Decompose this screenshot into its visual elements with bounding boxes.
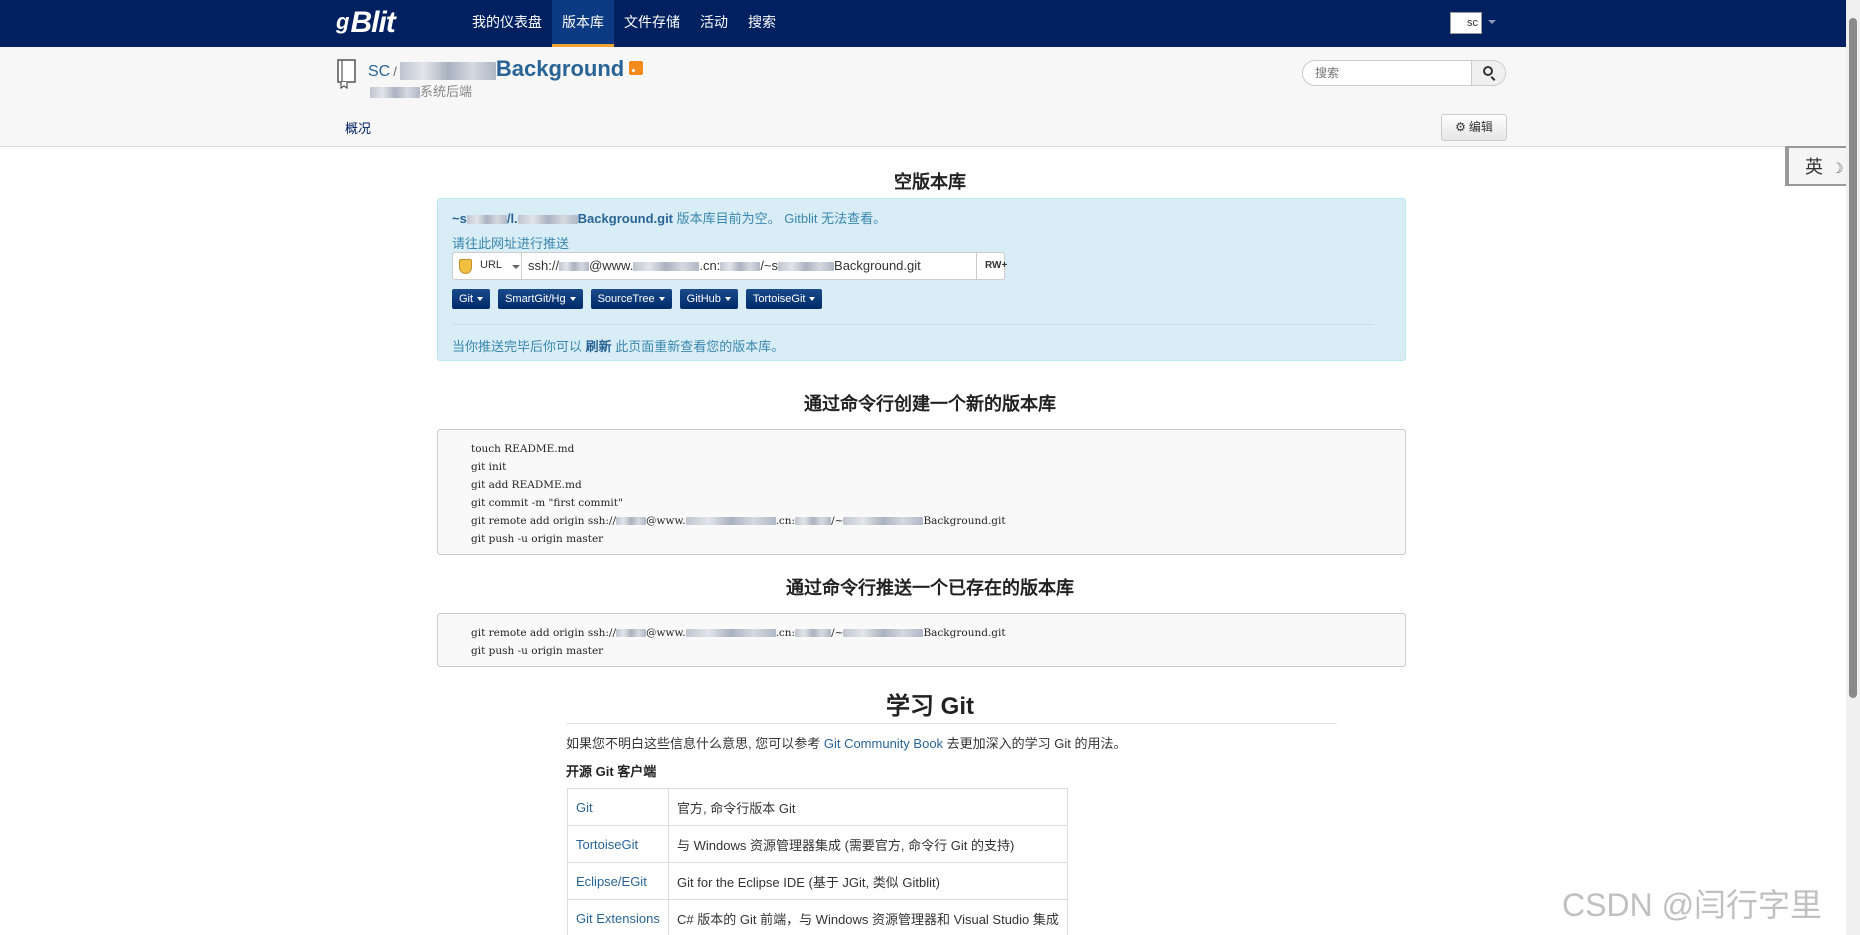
nav-activity[interactable]: 活动 [690,0,738,47]
empty-repository-info: ~s/l. Background.git 版本库目前为空。 Gitblit 无法查… [437,198,1406,361]
chevron-down-icon [477,297,484,302]
top-navbar: gBlit 我的仪表盘 版本库 文件存储 活动 搜索 sc [0,0,1860,47]
learn-git-paragraph: 如果您不明白这些信息什么意思, 您可以参考 Git Community Book… [566,736,1127,751]
git-community-book-link[interactable]: Git Community Book [824,736,943,751]
client-link[interactable]: Git [576,800,593,815]
redacted-text [399,62,496,81]
cli-existing-heading: 通过命令行推送一个已存在的版本库 [786,578,1074,598]
client-button-tortoisegit[interactable]: TortoiseGit [745,289,823,309]
open-source-clients-heading: 开源 Git 客户端 [566,764,657,779]
repository-search [1302,60,1506,86]
search-input[interactable] [1303,61,1471,85]
nav-dashboard[interactable]: 我的仪表盘 [462,0,552,47]
search-icon [1483,66,1493,76]
cli-new-code[interactable]: touch README.md git init git add README.md… [437,429,1406,555]
divider [566,723,1337,724]
push-url-field[interactable]: ssh://@www. .cn:/~s Background.git [521,253,977,279]
push-url-group: URL ssh://@www. .cn:/~s Background.git RW+ [452,252,1008,280]
client-link[interactable]: TortoiseGit [576,837,638,852]
tab-overview[interactable]: 概况 [345,118,371,137]
chevron-down-icon [658,297,665,302]
git-client-buttons: Git SmartGit/Hg SourceTree GitHub Tortoi… [452,289,823,309]
shield-icon [459,259,472,274]
chevron-down-icon[interactable] [1488,20,1496,24]
url-protocol-select[interactable]: URL [480,259,502,271]
cli-new-heading: 通过命令行创建一个新的版本库 [804,394,1056,414]
redacted-text [370,87,420,99]
chevron-down-icon [569,297,576,302]
chevron-down-icon [809,297,816,302]
search-button[interactable] [1471,61,1505,85]
repository-path: SC / Background [368,56,644,82]
chevron-down-icon [724,297,731,302]
repository-owner-link[interactable]: SC [368,63,390,80]
table-row: Git 官方, 命令行版本 Git [567,788,1068,826]
user-avatar[interactable]: sc [1450,12,1482,34]
table-row: Eclipse/EGit Git for the Eclipse IDE (基于 … [567,862,1068,900]
empty-repository-message: ~s/l. Background.git 版本库目前为空。 Gitblit 无法查… [452,211,887,226]
watermark: CSDN @闫行字里 [1562,887,1823,923]
repository-header: SC/Background 系统后端 概况 ⚙编辑 [0,47,1846,147]
table-row: TortoiseGit 与 Windows 资源管理器集成 (需要官方, 命令行 … [567,825,1068,863]
empty-repository-heading: 空版本库 [894,172,966,192]
vertical-scrollbar[interactable] [1846,0,1860,935]
redacted-text [466,215,507,225]
client-link[interactable]: Git Extensions [576,911,660,926]
learn-git-heading: 学习 Git [886,693,974,720]
scrollbar-thumb[interactable] [1849,18,1857,698]
repository-name-link[interactable]: Background [496,56,624,81]
gear-icon: ⚙ [1455,120,1466,134]
client-button-sourcetree[interactable]: SourceTree [590,289,672,309]
client-button-github[interactable]: GitHub [679,289,738,309]
nav-repositories[interactable]: 版本库 [552,0,614,47]
redacted-text [517,215,578,225]
permission-badge: RW+ [985,260,1008,271]
refresh-link[interactable]: 刷新 [586,339,612,354]
repository-icon [337,59,356,89]
chevron-down-icon[interactable] [512,265,520,269]
gitblit-logo[interactable]: gBlit [336,6,396,40]
client-link[interactable]: Eclipse/EGit [576,874,647,889]
refresh-message: 当你推送完毕后你可以 刷新 此页面重新查看您的版本库。 [452,339,785,354]
client-button-smartgit[interactable]: SmartGit/Hg [498,289,583,309]
rss-icon[interactable] [629,61,644,75]
repository-description: 系统后端 [370,81,472,100]
client-button-git[interactable]: Git [452,289,491,309]
edit-button[interactable]: ⚙ 编辑 [1441,114,1507,141]
cli-existing-code[interactable]: git remote add origin ssh://@www. .cn:/~ B… [437,613,1406,667]
push-url-label: 请往此网址进行推送 [452,236,570,251]
divider [452,324,1374,325]
nav-filestore[interactable]: 文件存储 [614,0,690,47]
main-nav: 我的仪表盘 版本库 文件存储 活动 搜索 [462,0,786,47]
nav-search[interactable]: 搜索 [738,0,786,47]
table-row: Git Extensions C# 版本的 Git 前端，与 Windows 资源… [567,899,1068,935]
git-clients-table: Git 官方, 命令行版本 Git TortoiseGit 与 Windows 资源… [567,788,1068,935]
